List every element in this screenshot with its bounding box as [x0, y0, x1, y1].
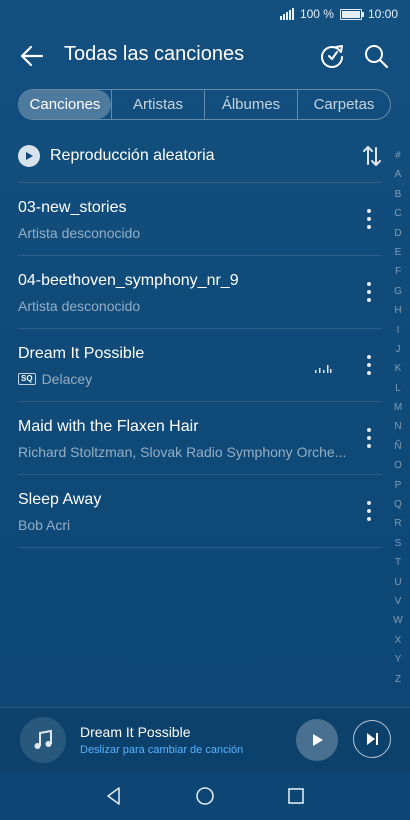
back-arrow-icon[interactable] — [18, 42, 46, 70]
song-row[interactable]: Dream It Possible SQ Delacey — [18, 328, 382, 401]
more-options-icon[interactable] — [366, 428, 372, 450]
song-artist: Bob Acri — [18, 517, 71, 533]
clock: 10:00 — [367, 7, 398, 21]
alphabet-index-letter[interactable]: L — [395, 379, 401, 398]
alphabet-index-letter[interactable]: I — [397, 321, 400, 340]
alphabet-index-letter[interactable]: U — [394, 573, 401, 592]
sq-badge: SQ — [18, 373, 36, 385]
signal-icon — [279, 8, 294, 20]
song-list: 03-new_stories Artista desconocido 04-be… — [18, 182, 382, 548]
alphabet-index-letter[interactable]: G — [394, 282, 402, 301]
song-artist: Artista desconocido — [18, 225, 141, 241]
nav-back-icon[interactable] — [104, 786, 124, 806]
song-artist: Richard Stoltzman, Slovak Radio Symphony… — [18, 444, 347, 460]
alphabet-index[interactable]: # A B C D E F G H I J K L M N Ñ O P Q R S T U V W X Y Z — [391, 146, 405, 689]
song-title: Dream It Possible — [18, 345, 145, 362]
song-row[interactable]: Maid with the Flaxen Hair Richard Stoltz… — [18, 401, 382, 474]
page-title: Todas las canciones — [64, 43, 245, 65]
player-song-title: Dream It Possible — [80, 724, 191, 740]
song-row[interactable]: 04-beethoven_symphony_nr_9 Artista desco… — [18, 255, 382, 328]
alphabet-index-letter[interactable]: D — [394, 224, 401, 243]
tab-carpetas[interactable]: Carpetas — [297, 90, 390, 119]
refresh-icon[interactable] — [318, 42, 346, 70]
nav-home-icon[interactable] — [195, 786, 215, 806]
alphabet-index-letter[interactable]: O — [394, 456, 402, 475]
alphabet-index-letter[interactable]: E — [395, 243, 402, 262]
song-artist: Artista desconocido — [18, 298, 141, 314]
battery-icon — [339, 8, 364, 20]
status-bar: 100 % 10:00 — [0, 0, 410, 28]
play-icon — [18, 145, 40, 167]
alphabet-index-letter[interactable]: Z — [395, 670, 401, 689]
more-options-icon[interactable] — [366, 501, 372, 523]
more-options-icon[interactable] — [366, 282, 372, 304]
shuffle-play-row[interactable]: Reproducción aleatoria — [18, 136, 382, 176]
more-options-icon[interactable] — [366, 355, 372, 377]
header: Todas las canciones — [0, 28, 410, 84]
alphabet-index-letter[interactable]: Y — [395, 650, 402, 669]
alphabet-index-letter[interactable]: F — [395, 262, 401, 281]
shuffle-label: Reproducción aleatoria — [50, 147, 215, 164]
alphabet-index-letter[interactable]: W — [393, 611, 402, 630]
nav-recent-apps-icon[interactable] — [286, 786, 306, 806]
song-artist: SQ Delacey — [18, 371, 92, 387]
battery-percent: 100 % — [299, 7, 334, 21]
song-row[interactable]: Sleep Away Bob Acri — [18, 474, 382, 547]
alphabet-index-letter[interactable]: N — [394, 417, 401, 436]
alphabet-index-letter[interactable]: # — [395, 146, 401, 165]
alphabet-index-letter[interactable]: C — [394, 204, 401, 223]
more-options-icon[interactable] — [366, 209, 372, 231]
alphabet-index-letter[interactable]: S — [395, 534, 402, 553]
song-title: 03-new_stories — [18, 199, 127, 216]
alphabet-index-letter[interactable]: J — [396, 340, 401, 359]
alphabet-index-letter[interactable]: X — [395, 631, 402, 650]
alphabet-index-letter[interactable]: A — [395, 165, 402, 184]
divider — [18, 547, 382, 548]
search-icon[interactable] — [362, 42, 390, 70]
play-button[interactable] — [296, 719, 338, 761]
sort-icon[interactable] — [362, 144, 382, 168]
album-art — [20, 717, 66, 763]
song-title: Sleep Away — [18, 491, 102, 508]
play-icon — [313, 734, 323, 746]
now-playing-equalizer-icon — [315, 365, 332, 373]
tab-bar: Canciones Artistas Álbumes Carpetas — [18, 89, 391, 120]
system-nav-bar — [0, 772, 410, 820]
alphabet-index-letter[interactable]: Ñ — [394, 437, 401, 456]
tab-artistas[interactable]: Artistas — [111, 90, 204, 119]
tab-albumes[interactable]: Álbumes — [204, 90, 297, 119]
alphabet-index-letter[interactable]: H — [394, 301, 401, 320]
mini-player[interactable]: Dream It Possible Deslizar para cambiar … — [0, 707, 410, 772]
alphabet-index-letter[interactable]: T — [395, 553, 401, 572]
player-hint: Deslizar para cambiar de canción — [80, 744, 244, 756]
song-title: Maid with the Flaxen Hair — [18, 418, 199, 435]
alphabet-index-letter[interactable]: V — [395, 592, 402, 611]
alphabet-index-letter[interactable]: R — [394, 514, 401, 533]
alphabet-index-letter[interactable]: P — [395, 476, 402, 495]
alphabet-index-letter[interactable]: K — [395, 359, 402, 378]
next-track-button[interactable] — [353, 720, 391, 758]
music-note-icon — [34, 729, 52, 749]
alphabet-index-letter[interactable]: B — [395, 185, 402, 204]
song-row[interactable]: 03-new_stories Artista desconocido — [18, 182, 382, 255]
tab-canciones[interactable]: Canciones — [19, 90, 111, 119]
alphabet-index-letter[interactable]: M — [394, 398, 402, 417]
alphabet-index-letter[interactable]: Q — [394, 495, 402, 514]
song-title: 04-beethoven_symphony_nr_9 — [18, 272, 239, 289]
skip-next-icon — [367, 733, 378, 745]
